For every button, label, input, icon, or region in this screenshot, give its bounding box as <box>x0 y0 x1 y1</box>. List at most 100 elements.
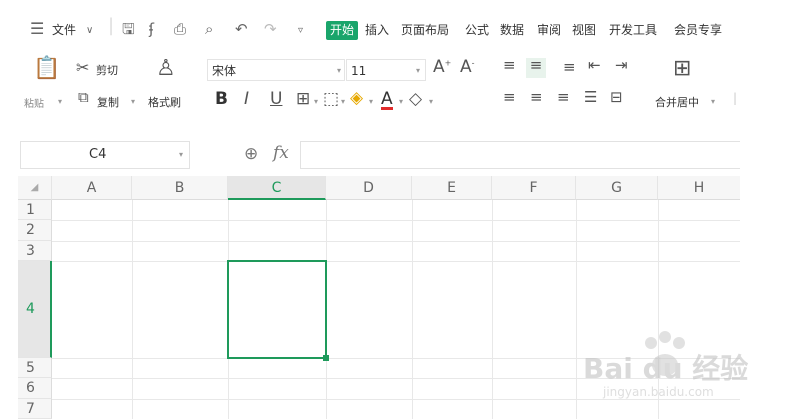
increase-font-icon[interactable]: A+ <box>433 59 451 76</box>
separator: | <box>108 15 115 36</box>
column-header[interactable]: A <box>52 176 132 200</box>
gridline <box>576 200 577 419</box>
tab-member[interactable]: 会员专享 <box>674 22 722 38</box>
copy-dropdown-icon[interactable]: ▾ <box>131 97 135 106</box>
menu-bar: ☰ 文件 ∨ | 🖫 ʄ ⎙ ⌕ ↶ ↷ ▿ 开始 插入 页面布局 公式 数据 … <box>0 0 797 46</box>
align-top-icon[interactable]: ≡ <box>503 58 516 73</box>
tab-insert[interactable]: 插入 <box>365 22 389 38</box>
column-header[interactable]: G <box>576 176 658 200</box>
fill-color-dropdown-icon[interactable]: ▾ <box>369 97 373 106</box>
name-box[interactable]: C4 ▾ <box>20 141 190 169</box>
row-header[interactable]: 3 <box>18 241 52 261</box>
name-box-dropdown-icon[interactable]: ▾ <box>179 150 183 159</box>
function-fx-icon[interactable]: fx <box>273 143 289 163</box>
column-header[interactable]: H <box>658 176 740 200</box>
chevron-down-icon[interactable]: ∨ <box>86 23 93 39</box>
row-header[interactable]: 6 <box>18 378 52 399</box>
font-name-dropdown-icon[interactable]: ▾ <box>337 66 341 75</box>
row-header[interactable]: 5 <box>18 358 52 378</box>
font-size-dropdown-icon[interactable]: ▾ <box>416 66 420 75</box>
formula-input[interactable] <box>300 141 740 169</box>
align-left-icon[interactable]: ≡ <box>503 90 516 105</box>
watermark-logo-text: Bai du 经验 <box>583 352 749 385</box>
fill-color-icon[interactable]: ◈ <box>350 90 363 107</box>
borders-icon[interactable]: ⊞ <box>296 91 310 108</box>
font-name-value: 宋体 <box>212 64 237 78</box>
gridline <box>52 220 740 221</box>
row-header[interactable]: 1 <box>18 200 52 220</box>
gridline <box>52 261 740 262</box>
tab-page-layout[interactable]: 页面布局 <box>401 22 449 38</box>
borders-dropdown-icon[interactable]: ▾ <box>314 97 318 106</box>
tab-home[interactable]: 开始 <box>326 21 358 40</box>
column-header[interactable]: D <box>326 176 412 200</box>
paste-button[interactable]: 粘贴 <box>24 95 44 110</box>
separator: | <box>733 91 738 105</box>
gridline <box>412 200 413 419</box>
gridline <box>492 200 493 419</box>
hamburger-menu-icon[interactable]: ☰ <box>30 21 44 37</box>
merge-center-button[interactable]: 合并居中 <box>655 94 699 110</box>
cell-reference: C4 <box>89 147 107 162</box>
ribbon: 📋 粘贴 ▾ ✂ 剪切 ⧉ 复制 ▾ ♙ 格式刷 宋体 ▾ 11 ▾ A+ A-… <box>0 46 797 126</box>
distributed-icon[interactable]: ⊟ <box>610 90 623 105</box>
align-right-icon[interactable]: ≡ <box>557 90 570 105</box>
save-icon[interactable]: 🖫 <box>122 21 135 37</box>
column-header[interactable]: B <box>132 176 228 200</box>
align-middle-icon[interactable]: ≡ <box>526 58 546 78</box>
clear-format-icon[interactable]: ◇ <box>409 91 422 108</box>
select-all-corner[interactable]: ◢ <box>18 176 52 200</box>
align-center-icon[interactable]: ≡ <box>530 90 543 105</box>
font-size-value: 11 <box>351 64 367 78</box>
tab-view[interactable]: 视图 <box>572 22 596 38</box>
font-color-icon[interactable]: A <box>381 91 393 110</box>
merge-dropdown-icon[interactable]: ▾ <box>711 97 715 106</box>
align-bottom-icon[interactable]: ≡ <box>563 60 576 75</box>
gridline <box>132 200 133 419</box>
fill-handle[interactable] <box>323 355 329 361</box>
selected-cell-c4[interactable] <box>227 260 327 359</box>
font-size-select[interactable]: 11 <box>346 59 426 81</box>
export-pdf-icon[interactable]: ʄ <box>149 21 154 37</box>
clear-format-dropdown-icon[interactable]: ▾ <box>429 97 433 106</box>
redo-icon[interactable]: ↷ <box>264 21 277 37</box>
justify-icon[interactable]: ☰ <box>584 90 597 105</box>
copy-icon[interactable]: ⧉ <box>78 90 89 105</box>
cut-button[interactable]: 剪切 <box>96 62 118 78</box>
column-header[interactable]: E <box>412 176 492 200</box>
underline-icon[interactable]: U <box>270 91 282 108</box>
font-color-dropdown-icon[interactable]: ▾ <box>399 97 403 106</box>
tab-developer[interactable]: 开发工具 <box>609 22 657 38</box>
scissors-icon[interactable]: ✂ <box>76 60 89 76</box>
copy-button[interactable]: 复制 <box>97 94 119 110</box>
tab-review[interactable]: 审阅 <box>537 22 561 38</box>
format-painter-button[interactable]: 格式刷 <box>148 94 181 110</box>
print-preview-icon[interactable]: ⌕ <box>205 21 213 37</box>
gridline <box>52 241 740 242</box>
paste-icon[interactable]: 📋 <box>33 58 60 80</box>
tab-data[interactable]: 数据 <box>500 22 524 38</box>
zoom-search-icon[interactable]: ⊕ <box>244 144 258 164</box>
cell-style-dropdown-icon[interactable]: ▾ <box>341 97 345 106</box>
column-header-selected[interactable]: C <box>228 176 326 200</box>
font-name-select[interactable]: 宋体 <box>207 59 345 81</box>
undo-icon[interactable]: ↶ <box>235 21 248 37</box>
paste-dropdown-icon[interactable]: ▾ <box>58 97 62 106</box>
format-painter-icon[interactable]: ♙ <box>156 58 176 80</box>
row-header-selected[interactable]: 4 <box>18 261 52 358</box>
row-header[interactable]: 2 <box>18 220 52 241</box>
tab-formulas[interactable]: 公式 <box>465 22 489 38</box>
watermark-url: jingyan.baidu.com <box>603 385 714 399</box>
merge-cells-icon[interactable]: ⊞ <box>673 58 691 80</box>
print-icon[interactable]: ⎙ <box>174 21 186 37</box>
decrease-indent-icon[interactable]: ⇤ <box>588 58 601 73</box>
cell-style-icon[interactable]: ⬚ <box>323 91 339 108</box>
menu-file[interactable]: 文件 <box>52 22 76 38</box>
increase-indent-icon[interactable]: ⇥ <box>615 58 628 73</box>
quick-access-dropdown-icon[interactable]: ▿ <box>298 23 303 39</box>
decrease-font-icon[interactable]: A- <box>460 59 475 76</box>
italic-icon[interactable]: I <box>244 91 249 108</box>
column-header[interactable]: F <box>492 176 576 200</box>
bold-icon[interactable]: B <box>215 91 228 108</box>
row-header[interactable]: 7 <box>18 399 52 419</box>
